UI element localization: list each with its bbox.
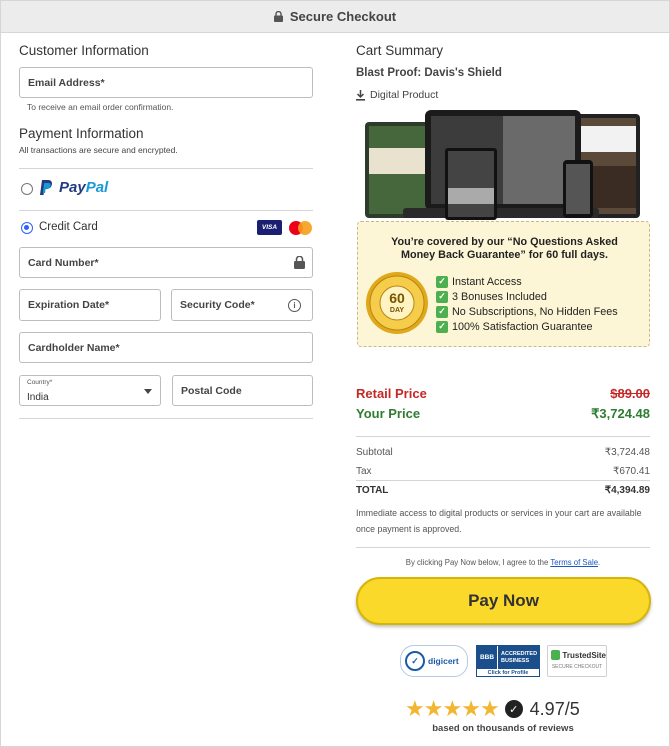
rating: ★ ★ ★ ★ ★ ✓ 4.97/5 <box>405 698 580 720</box>
product-type: Digital Product <box>356 89 438 101</box>
total-label: TOTAL <box>356 485 389 496</box>
paypal-logo[interactable]: Pay Pal <box>39 179 108 196</box>
card-number-field[interactable]: Card Number* <box>19 247 313 278</box>
divider <box>356 480 650 481</box>
check-icon: ✓ <box>436 275 448 288</box>
credit-card-label[interactable]: Credit Card <box>39 221 98 233</box>
tax-value: ₹670.41 <box>613 466 650 477</box>
total-value: ₹4,394.89 <box>604 485 650 496</box>
retail-price-value: $89.00 <box>610 386 650 401</box>
verified-check-icon: ✓ <box>504 700 523 718</box>
guarantee-box: You’re covered by our “No Questions Aske… <box>357 221 650 347</box>
list-item: ✓ Instant Access <box>436 274 618 289</box>
expiration-date-field[interactable]: Expiration Date* <box>19 289 161 321</box>
terms-text: By clicking Pay Now below, I agree to th… <box>405 558 601 567</box>
subtotal-row: Subtotal ₹3,724.48 <box>356 447 650 458</box>
svg-text:DAY: DAY <box>390 307 404 314</box>
payment-subheading: All transactions are secure and encrypte… <box>19 145 178 155</box>
your-price-value: ₹3,724.48 <box>591 406 650 421</box>
chevron-down-icon <box>144 389 152 394</box>
divider <box>19 210 313 211</box>
subtotal-label: Subtotal <box>356 447 393 458</box>
star-icon: ★ <box>442 696 463 721</box>
paypal-word-2: Pal <box>85 179 109 196</box>
cart-summary-heading: Cart Summary <box>356 43 444 58</box>
check-icon <box>551 650 561 660</box>
security-code-placeholder: Security Code* <box>180 299 255 311</box>
digicert-badge[interactable]: ✓ digicert <box>400 645 468 677</box>
money-back-seal-icon: 60 DAY <box>366 272 428 334</box>
visa-icon: VISA <box>257 220 282 235</box>
subtotal-value: ₹3,724.48 <box>604 447 650 458</box>
country-value: India <box>27 392 49 403</box>
divider <box>19 418 313 419</box>
payment-info-heading: Payment Information <box>19 126 144 141</box>
check-icon: ✓ <box>436 290 448 303</box>
postal-code-field[interactable]: Postal Code <box>172 375 313 406</box>
list-item: ✓ 3 Bonuses Included <box>436 289 618 304</box>
header-title: Secure Checkout <box>289 9 397 24</box>
product-type-label: Digital Product <box>370 89 439 101</box>
email-field[interactable]: Email Address* <box>19 67 313 98</box>
product-title: Blast Proof: Davis's Shield <box>356 67 502 79</box>
info-icon[interactable]: i <box>288 299 301 312</box>
bbb-logo-icon: BBB <box>477 646 497 669</box>
download-icon <box>356 89 365 101</box>
customer-info-heading: Customer Information <box>19 43 149 58</box>
list-item: ✓ 100% Satisfaction Guarantee <box>436 319 618 334</box>
check-icon: ✓ <box>436 320 448 333</box>
paypal-radio[interactable] <box>21 183 33 195</box>
mastercard-icon <box>289 221 313 235</box>
retail-price-label: Retail Price <box>356 386 427 401</box>
bbb-sub: Click for Profile <box>487 670 529 676</box>
rating-stars: ★ ★ ★ ★ ★ <box>405 696 500 721</box>
access-note: Immediate access to digital products or … <box>356 508 642 534</box>
email-placeholder: Email Address* <box>28 76 105 89</box>
expiration-placeholder: Expiration Date* <box>28 299 110 311</box>
star-icon: ★ <box>405 696 425 721</box>
total-row: TOTAL ₹4,394.89 <box>356 485 650 496</box>
guarantee-line-1: You’re covered by our “No Questions Aske… <box>391 236 618 248</box>
credit-card-radio[interactable] <box>21 222 33 234</box>
frame-left <box>0 33 1 747</box>
guarantee-line-2: Money Back Guarantee” for 60 full days. <box>400 249 608 261</box>
list-item: ✓ No Subscriptions, No Hidden Fees <box>436 304 618 319</box>
pay-now-button[interactable]: Pay Now <box>356 577 651 625</box>
card-number-placeholder: Card Number* <box>28 256 99 269</box>
star-icon: ★ <box>479 696 500 721</box>
lock-icon <box>273 11 283 22</box>
rating-score: 4.97/5 <box>529 698 580 719</box>
country-label: Country* <box>27 379 53 386</box>
paypal-icon <box>40 180 53 195</box>
star-icon: ★ <box>423 696 444 721</box>
paypal-word-1: Pay <box>59 179 86 196</box>
divider <box>356 547 650 548</box>
check-icon: ✓ <box>436 305 448 318</box>
product-bundle-image <box>365 110 640 220</box>
secure-checkout-header: Secure Checkout <box>0 0 670 33</box>
divider <box>19 168 313 169</box>
divider <box>356 436 650 437</box>
rating-subtitle: based on thousands of reviews <box>432 723 574 734</box>
email-hint: To receive an email order confirmation. <box>27 102 174 112</box>
terms-of-sale-link[interactable]: Terms of Sale <box>550 558 598 567</box>
guarantee-list: ✓ Instant Access ✓ 3 Bonuses Included ✓ No … <box>436 274 618 334</box>
svg-text:60: 60 <box>389 290 405 306</box>
bbb-badge[interactable]: BBB ACCREDITED BUSINESS Click for Profil… <box>476 645 540 677</box>
guarantee-heading: You’re covered by our “No Questions Aske… <box>358 236 651 262</box>
star-icon: ★ <box>461 696 481 721</box>
trustedsite-badge[interactable]: TrustedSite SECURE CHECKOUT <box>547 645 607 677</box>
shield-icon: ✓ <box>405 651 425 671</box>
cardholder-placeholder: Cardholder Name* <box>28 341 120 354</box>
lock-icon <box>294 256 305 269</box>
tax-label: Tax <box>356 466 372 477</box>
postal-code-placeholder: Postal Code <box>181 384 242 397</box>
tax-row: Tax ₹670.41 <box>356 466 650 477</box>
cardholder-name-field[interactable]: Cardholder Name* <box>19 332 313 363</box>
your-price-label: Your Price <box>356 406 421 421</box>
